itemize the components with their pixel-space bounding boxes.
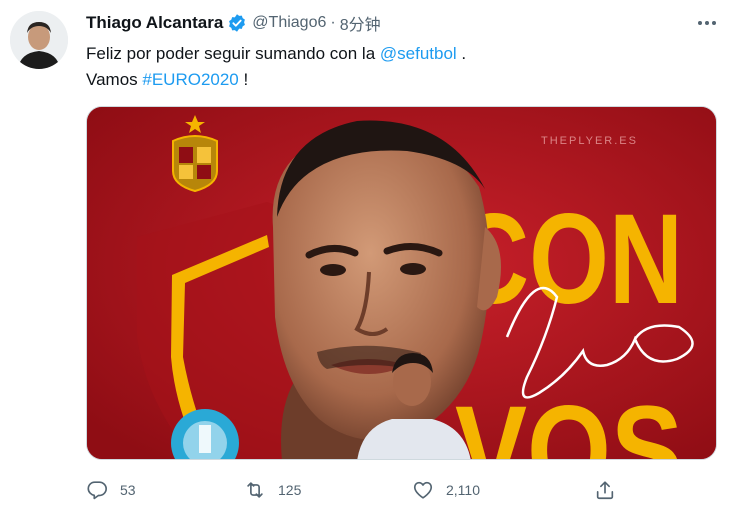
tweet-media-image[interactable]: THEPLYER.ES CON VOS bbox=[86, 106, 717, 460]
tweet[interactable]: Thiago Alcantara @Thiago6 · 8分钟 Feliz po… bbox=[0, 0, 732, 507]
mention-link[interactable]: @sefutbol bbox=[380, 44, 457, 63]
tweet-header: Thiago Alcantara @Thiago6 · 8分钟 bbox=[86, 12, 381, 34]
media-headline-word: VOS bbox=[455, 380, 683, 460]
tweet-timestamp[interactable]: 8分钟 bbox=[340, 11, 381, 35]
media-watermark: THEPLYER.ES bbox=[541, 135, 638, 147]
more-dot bbox=[712, 21, 716, 25]
tweet-text-part: Feliz por poder seguir sumando con la bbox=[86, 44, 380, 63]
tweet-text-part: . bbox=[456, 44, 467, 63]
like-count: 2,110 bbox=[446, 482, 480, 498]
verified-badge-icon bbox=[229, 14, 246, 32]
heart-icon bbox=[413, 481, 433, 499]
reply-button[interactable]: 53 bbox=[86, 475, 136, 505]
media-illustration: THEPLYER.ES CON VOS bbox=[87, 107, 716, 460]
more-dot bbox=[705, 21, 709, 25]
avatar[interactable] bbox=[10, 11, 68, 69]
retweet-count: 125 bbox=[278, 482, 302, 498]
retweet-button[interactable]: 125 bbox=[244, 475, 301, 505]
tweet-text-part: Vamos bbox=[86, 70, 143, 89]
tweet-text-part: ! bbox=[238, 70, 249, 89]
hashtag-link[interactable]: #EURO2020 bbox=[142, 70, 238, 89]
share-icon bbox=[596, 481, 614, 500]
share-button[interactable] bbox=[594, 475, 616, 505]
retweet-icon bbox=[247, 482, 263, 498]
tweet-text: Feliz por poder seguir sumando con la @s… bbox=[86, 41, 706, 93]
like-button[interactable]: 2,110 bbox=[412, 475, 480, 505]
tweet-line-1: Feliz por poder seguir sumando con la @s… bbox=[86, 41, 706, 67]
tweet-actions: 53 125 2,110 bbox=[86, 475, 626, 505]
reply-count: 53 bbox=[120, 482, 136, 498]
author-name[interactable]: Thiago Alcantara bbox=[86, 13, 223, 33]
author-handle[interactable]: @Thiago6 bbox=[252, 14, 326, 32]
tweet-line-2: Vamos #EURO2020 ! bbox=[86, 67, 706, 93]
more-options-icon[interactable] bbox=[696, 14, 718, 32]
more-dot bbox=[698, 21, 702, 25]
reply-icon bbox=[87, 481, 107, 500]
separator-dot: · bbox=[330, 14, 336, 31]
